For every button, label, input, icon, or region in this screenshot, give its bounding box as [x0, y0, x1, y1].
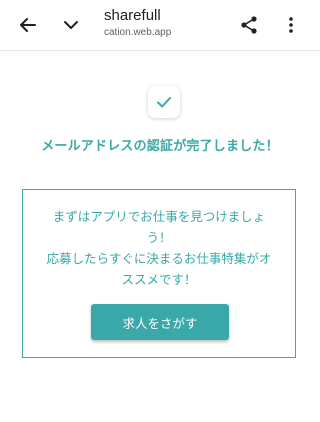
page-title-block: sharefull cation.web.app	[104, 6, 224, 40]
next-steps-card: まずはアプリでお仕事を見つけましょ う！ 応募したらすぐに決まるお仕事特集がオ …	[22, 189, 296, 358]
success-badge	[148, 86, 180, 118]
collapse-button[interactable]	[55, 9, 87, 41]
back-button[interactable]	[12, 9, 44, 41]
share-icon	[241, 16, 257, 34]
arrow-left-icon	[20, 18, 36, 32]
message-line: 応募したらすぐに決まるお仕事特集がオ	[46, 251, 272, 266]
page-url: cation.web.app	[104, 27, 172, 38]
next-steps-message: まずはアプリでお仕事を見つけましょ う！ 応募したらすぐに決まるお仕事特集がオ …	[33, 206, 285, 290]
more-options-button[interactable]	[275, 9, 307, 41]
check-icon	[157, 97, 171, 108]
find-jobs-button[interactable]: 求人をさがす	[91, 304, 229, 340]
chevron-down-icon	[64, 21, 78, 29]
verification-complete-heading: メールアドレスの認証が完了しました！	[41, 139, 279, 154]
browser-top-bar: sharefull cation.web.app	[0, 0, 320, 51]
message-line: まずはアプリでお仕事を見つけましょ	[52, 209, 266, 224]
message-line: う！	[146, 230, 172, 245]
more-vertical-icon	[289, 17, 293, 33]
message-line: ススメです！	[121, 272, 197, 287]
page-title: sharefull	[104, 7, 161, 24]
share-button[interactable]	[233, 9, 265, 41]
